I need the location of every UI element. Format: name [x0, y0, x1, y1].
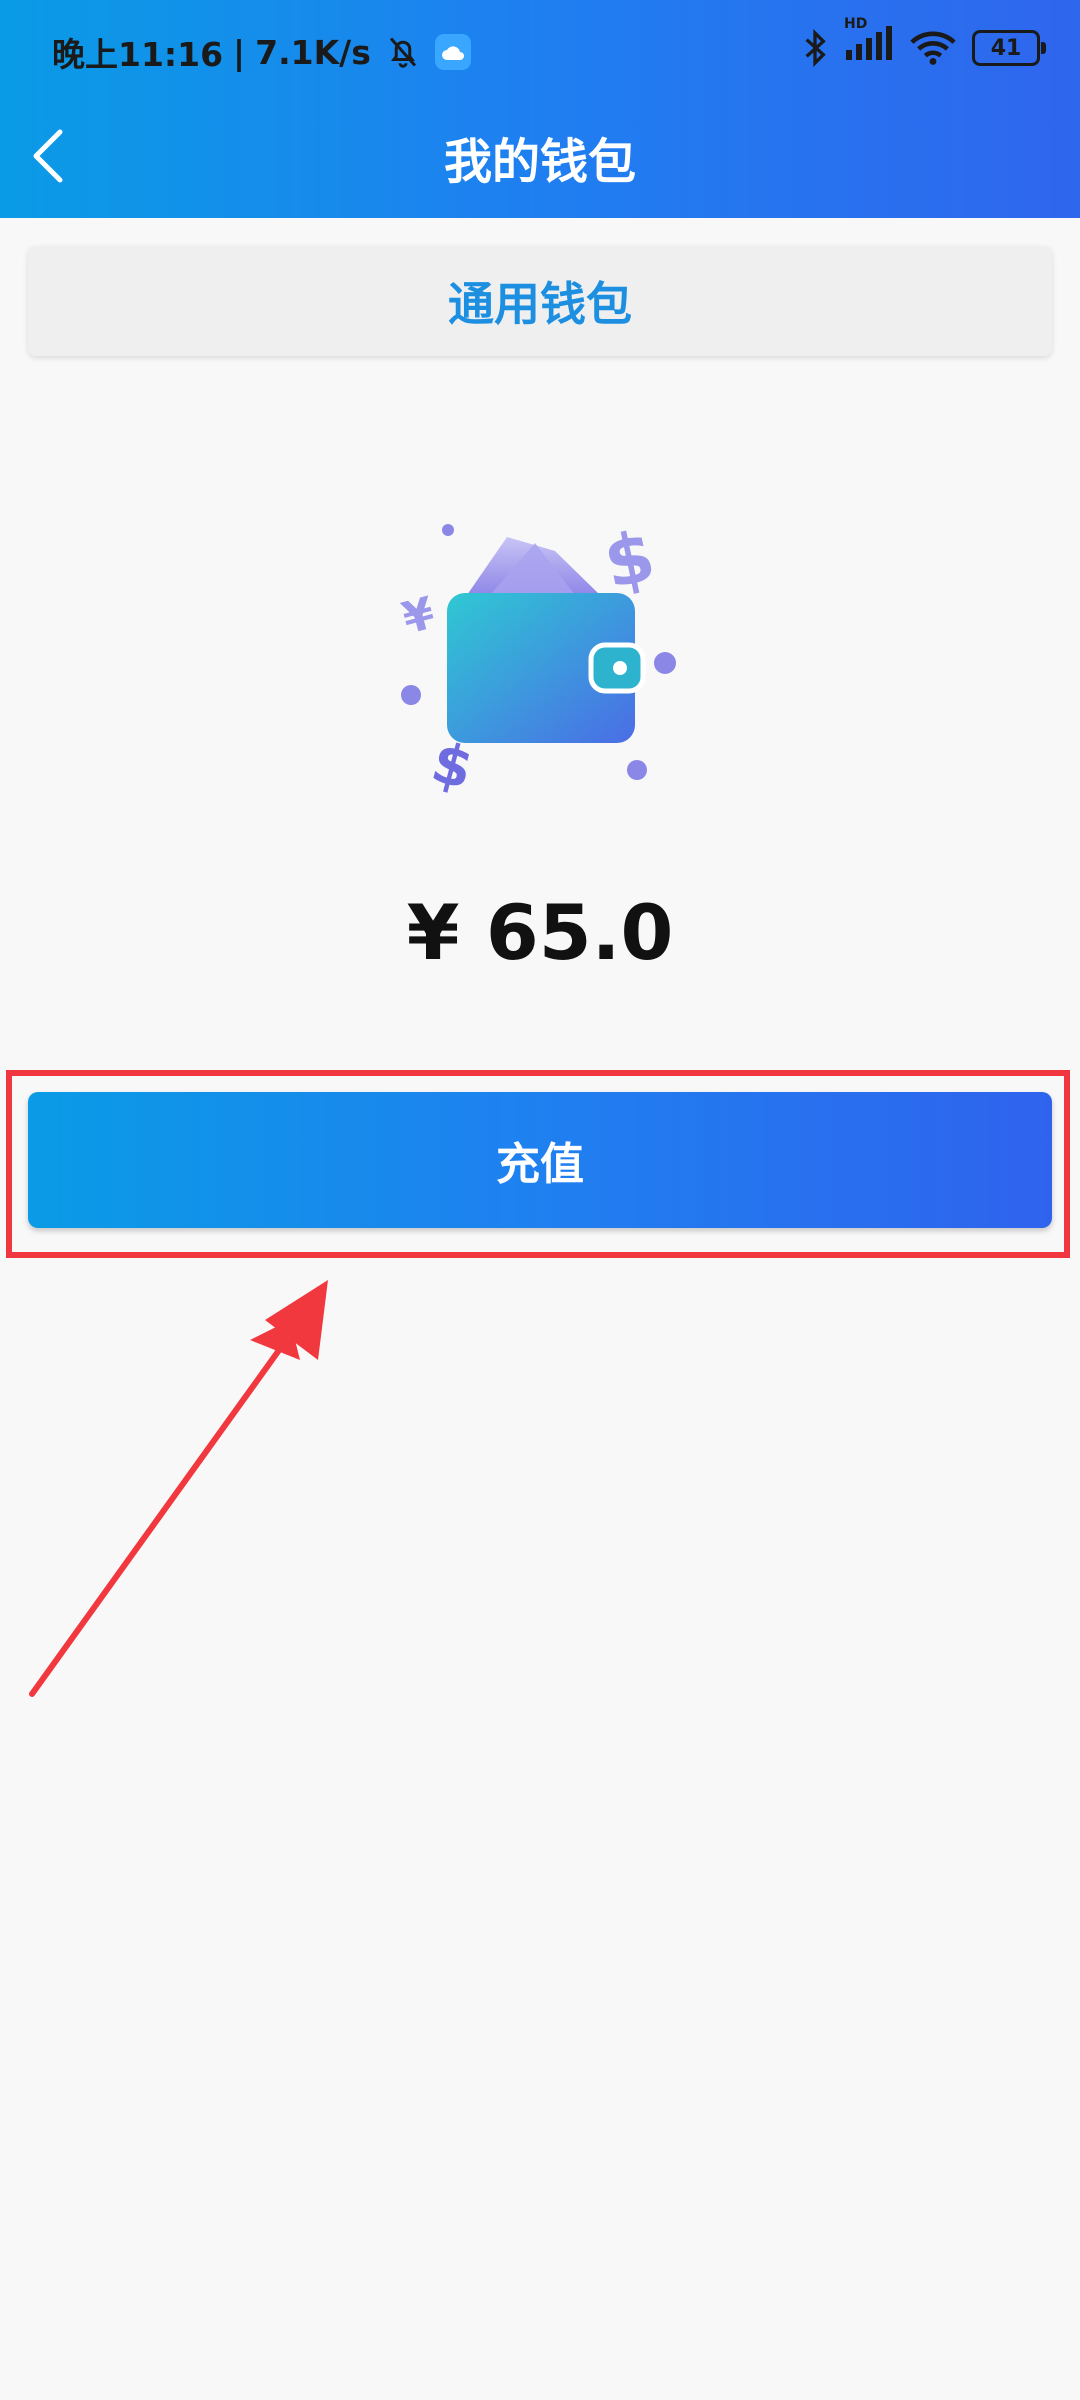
recharge-label: 充值 — [496, 1139, 584, 1190]
battery-icon: 41 — [972, 30, 1046, 66]
currency-symbol: ¥ — [406, 888, 460, 977]
app-header: 晚上11:16 | 7.1K/s HD 41 我的钱包 — [0, 0, 1080, 218]
annotation-arrow-icon — [29, 1280, 328, 1697]
nav-bar: 我的钱包 — [0, 100, 1080, 218]
wallet-icon: $ $ ¥ — [397, 515, 676, 803]
bluetooth-icon — [805, 28, 826, 68]
status-left: 晚上11:16 | 7.1K/s — [52, 28, 471, 76]
battery-level: 41 — [990, 35, 1022, 61]
status-right: HD 41 — [802, 16, 1046, 70]
page-title: 我的钱包 — [443, 134, 636, 190]
balance-amount: 65.0 — [485, 888, 674, 977]
svg-text:$: $ — [425, 730, 479, 803]
wallet-tab-label: 通用钱包 — [448, 277, 632, 331]
recharge-button[interactable]: 充值 — [28, 1092, 1052, 1228]
wallet-balance: ¥ 65.0 — [0, 888, 1080, 977]
bell-mute-icon — [389, 37, 416, 68]
svg-text:$: $ — [597, 515, 662, 605]
wallet-tab-general[interactable]: 通用钱包 — [28, 246, 1052, 356]
status-bar: 晚上11:16 | 7.1K/s HD 41 — [0, 0, 1080, 100]
signal-hd-label: HD — [844, 16, 868, 32]
wifi-icon — [910, 31, 956, 65]
network-speed: 7.1K/s — [255, 32, 371, 72]
status-separator: | — [233, 32, 246, 72]
status-time: 晚上11:16 — [52, 35, 224, 74]
svg-text:¥: ¥ — [397, 587, 440, 644]
signal-icon: HD — [844, 16, 894, 70]
cloud-app-icon — [434, 34, 471, 70]
